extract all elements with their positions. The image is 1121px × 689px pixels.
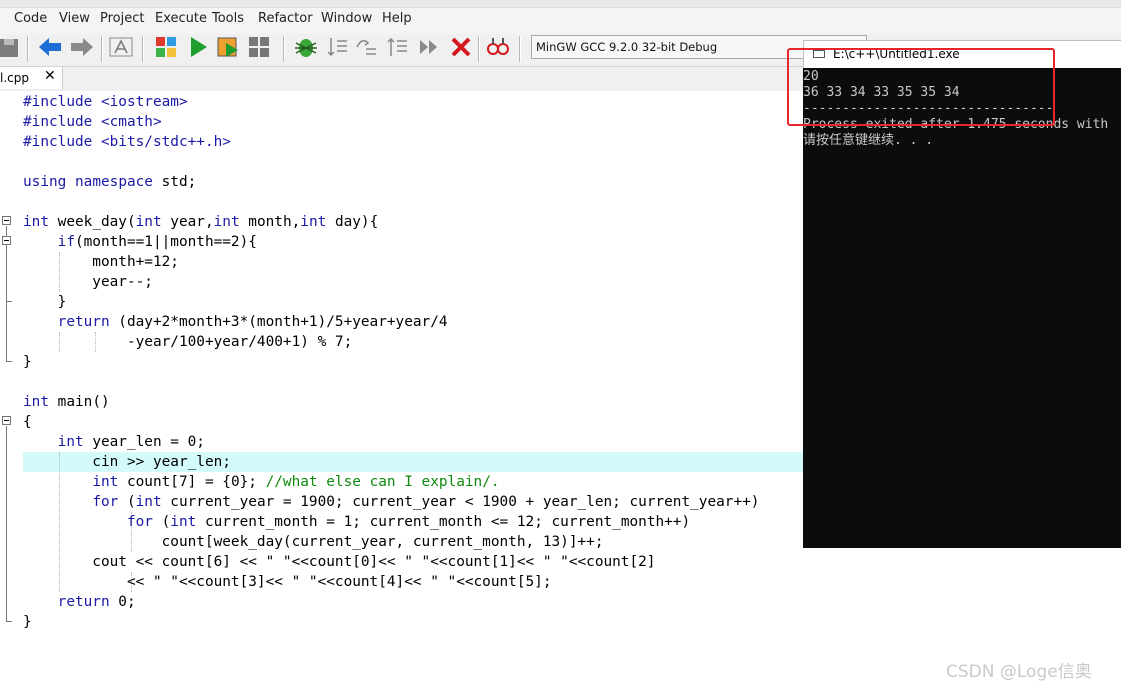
fold-end-marker	[6, 621, 12, 622]
compile-run-icon[interactable]	[216, 34, 242, 60]
code-line[interactable]: cin >> year_len;	[23, 452, 231, 472]
fold-end-marker	[6, 361, 12, 362]
menu-view[interactable]: View	[59, 11, 90, 26]
code-line[interactable]: year--;	[23, 272, 153, 292]
save-icon[interactable]	[0, 34, 20, 60]
code-line[interactable]: }	[23, 292, 67, 312]
code-line[interactable]: count[week_day(current_year, current_mon…	[23, 532, 604, 552]
code-line[interactable]: cout << count[6] << " "<<count[0]<< " "<…	[23, 552, 655, 572]
menu-project[interactable]: Project	[100, 11, 144, 26]
menu-bar: Code View Project Execute Tools Refactor…	[0, 0, 1121, 34]
annotation-highlight-box	[787, 48, 1055, 126]
fold-toggle-icon[interactable]	[2, 236, 11, 245]
menu-help[interactable]: Help	[382, 11, 412, 26]
step-over-icon[interactable]	[354, 34, 378, 60]
menu-execute[interactable]: Execute	[155, 11, 207, 26]
step-into-icon[interactable]	[325, 34, 349, 60]
watermark: CSDN @Loge信奥	[946, 662, 1092, 682]
fold-line	[6, 226, 7, 362]
code-line[interactable]: #include <bits/stdc++.h>	[23, 132, 231, 152]
toolbar-separator	[101, 36, 103, 62]
code-line[interactable]: return 0;	[23, 592, 136, 612]
back-arrow-icon[interactable]	[37, 34, 63, 60]
tab-label: l.cpp	[0, 71, 29, 85]
menu-window[interactable]: Window	[321, 11, 372, 26]
toolbar-separator	[283, 36, 285, 62]
code-line[interactable]: using namespace std;	[23, 172, 196, 192]
code-line[interactable]: }	[23, 612, 32, 632]
code-line[interactable]: for (int current_month = 1; current_mont…	[23, 512, 690, 532]
code-line[interactable]: return (day+2*month+3*(month+1)/5+year+y…	[23, 312, 448, 332]
menu-code[interactable]: Code	[14, 11, 47, 26]
console-output-line: 请按任意键继续. . .	[803, 133, 934, 148]
code-line[interactable]: int week_day(int year,int month,int day)…	[23, 212, 378, 232]
step-out-icon[interactable]	[385, 34, 409, 60]
format-source-icon[interactable]	[108, 34, 134, 60]
rebuild-all-icon[interactable]	[247, 34, 273, 60]
debug-icon[interactable]	[293, 34, 319, 60]
menu-refactor[interactable]: Refactor	[258, 11, 313, 26]
toolbar-separator	[478, 36, 480, 62]
profile-icon[interactable]	[485, 34, 511, 60]
close-icon[interactable]: ✕	[44, 68, 56, 84]
fold-line	[6, 426, 7, 622]
stop-icon[interactable]	[449, 34, 473, 60]
code-line[interactable]: #include <cmath>	[23, 112, 162, 132]
tab-file[interactable]: l.cpp ✕	[0, 67, 63, 89]
code-line[interactable]: int count[7] = {0}; //what else can I ex…	[23, 472, 499, 492]
continue-icon[interactable]	[417, 34, 441, 60]
toolbar-separator	[519, 36, 521, 62]
code-line[interactable]: for (int current_year = 1900; current_ye…	[23, 492, 759, 512]
fold-end-marker	[6, 301, 12, 302]
code-line[interactable]: int main()	[23, 392, 110, 412]
code-line[interactable]: -year/100+year/400+1) % 7;	[23, 332, 352, 352]
forward-arrow-icon[interactable]	[69, 34, 95, 60]
code-line[interactable]: << " "<<count[3]<< " "<<count[4]<< " "<<…	[23, 572, 552, 592]
code-line[interactable]: }	[23, 352, 32, 372]
code-line[interactable]: month+=12;	[23, 252, 179, 272]
fold-toggle-icon[interactable]	[2, 216, 11, 225]
run-icon[interactable]	[187, 34, 209, 60]
toolbar-separator	[27, 36, 29, 62]
toolbar-separator	[142, 36, 144, 62]
code-line[interactable]: {	[23, 412, 32, 432]
code-line[interactable]: #include <iostream>	[23, 92, 188, 112]
window-title-strip	[0, 0, 1121, 8]
compile-icon[interactable]	[154, 34, 180, 60]
fold-toggle-icon[interactable]	[2, 416, 11, 425]
menu-tools[interactable]: Tools	[212, 11, 244, 26]
code-line[interactable]: if(month==1||month==2){	[23, 232, 257, 252]
code-line[interactable]: int year_len = 0;	[23, 432, 205, 452]
